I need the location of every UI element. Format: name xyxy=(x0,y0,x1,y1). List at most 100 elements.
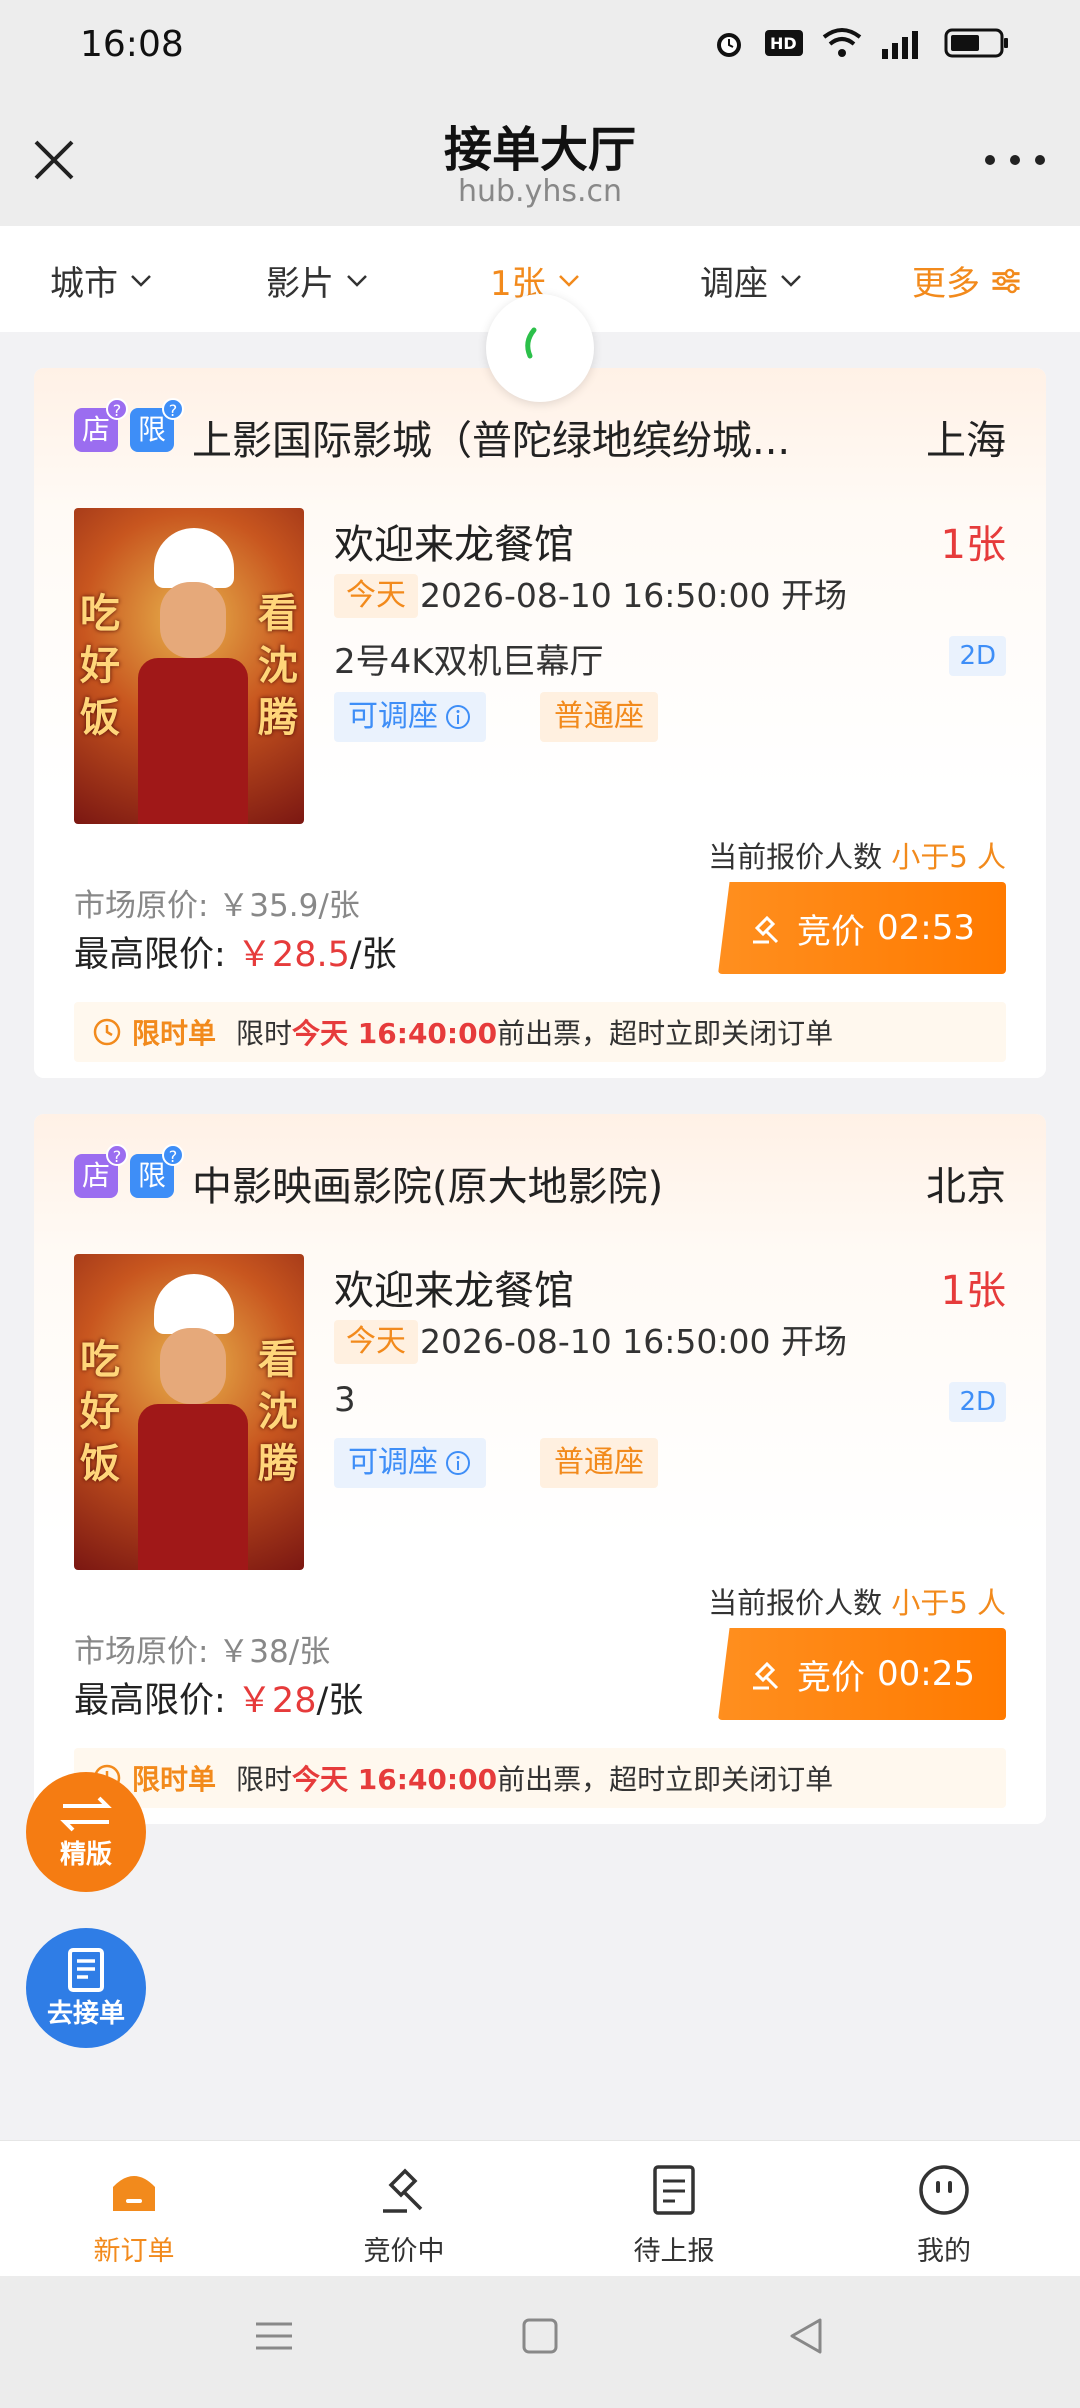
market-price: 市场原价: ￥35.9/张 xyxy=(74,888,360,924)
nav-bidding[interactable]: 竞价中 xyxy=(304,2161,504,2268)
poster-apron xyxy=(138,658,248,824)
filter-more-label: 更多 xyxy=(912,264,980,304)
cinema-name: 上影国际影城（普陀绿地缤纷城... xyxy=(192,418,791,464)
nav-new-orders[interactable]: 新订单 xyxy=(34,2161,234,2268)
loading-spinner xyxy=(486,294,594,402)
limit-badge-label: 限 xyxy=(137,413,166,446)
menu-icon[interactable] xyxy=(254,2316,294,2356)
document-icon xyxy=(68,1947,104,1992)
help-icon: ? xyxy=(162,398,184,420)
notice-time: 今天 16:40:00 xyxy=(292,1017,498,1050)
wifi-icon xyxy=(822,28,862,57)
status-time: 16:08 xyxy=(80,24,184,65)
today-tag: 今天 xyxy=(334,1320,418,1364)
filter-city-label: 城市 xyxy=(50,264,118,304)
hall-name: 3 xyxy=(334,1380,356,1420)
seat-adjust-label: 可调座 xyxy=(348,699,438,734)
signal-icon xyxy=(882,31,918,59)
seat-type-tag: 普通座 xyxy=(540,1438,658,1488)
max-price-label: 最高限价: xyxy=(74,935,237,975)
switch-version-button[interactable]: 精版 xyxy=(26,1772,146,1892)
ticket-count: 1张 xyxy=(940,1268,1006,1314)
store-badge[interactable]: 店? xyxy=(74,398,128,452)
seat-adjust-tag[interactable]: 可调座 xyxy=(334,1438,486,1488)
chevron-down-icon xyxy=(347,274,367,287)
filter-movie[interactable]: 影片 xyxy=(266,256,370,305)
showtime: 2026-08-10 16:50:00 开场 xyxy=(420,1322,847,1361)
seat-type-tag: 普通座 xyxy=(540,692,658,742)
bid-button[interactable]: 竞价 00:25 xyxy=(718,1628,1006,1720)
order-card[interactable]: 店? 限? 中影映画影院(原大地影院) 北京 吃好饭 看沈腾 欢迎来龙餐馆 1张… xyxy=(34,1114,1046,1824)
time-limit-notice: 限时单 限时 今天 16:40:00 前出票，超时立即关闭订单 xyxy=(74,1748,1006,1808)
showtime: 2026-08-10 16:50:00 开场 xyxy=(420,576,847,615)
back-icon[interactable] xyxy=(786,2316,826,2356)
spinner-icon xyxy=(525,327,537,359)
poster-apron xyxy=(138,1404,248,1570)
notice-suffix: 前出票，超时立即关闭订单 xyxy=(497,1763,834,1796)
poster-chef-hat xyxy=(154,1274,234,1334)
help-icon: ? xyxy=(106,1144,128,1166)
home-square-icon[interactable] xyxy=(520,2316,560,2356)
store-badge-label: 店 xyxy=(81,1159,110,1192)
bottom-nav: 新订单 竞价中 待上报 我的 xyxy=(0,2140,1080,2276)
card-body: 吃好饭 看沈腾 欢迎来龙餐馆 1张 今天 2026-08-10 16:50:00… xyxy=(34,1254,1046,1824)
clock-icon xyxy=(93,1018,121,1046)
format-tag: 2D xyxy=(949,636,1006,676)
go-orders-button[interactable]: 去接单 xyxy=(26,1928,146,2048)
notice-label: 限时单 xyxy=(132,1017,217,1050)
store-badge[interactable]: 店? xyxy=(74,1144,128,1198)
swap-icon xyxy=(60,1796,112,1831)
home-icon xyxy=(113,2176,155,2211)
filter-city[interactable]: 城市 xyxy=(50,256,154,305)
hall-name: 2号4K双机巨幕厅 xyxy=(334,642,604,682)
sliders-icon xyxy=(992,268,1020,293)
filter-seat-adjust-label: 调座 xyxy=(700,264,768,304)
poster-face xyxy=(160,582,226,658)
cinema-name: 中影映画影院(原大地影院) xyxy=(192,1164,664,1210)
chevron-down-icon xyxy=(781,274,801,287)
notice-suffix: 前出票，超时立即关闭订单 xyxy=(497,1017,834,1050)
page-url: hub.yhs.cn xyxy=(457,174,623,209)
filter-more[interactable]: 更多 xyxy=(912,256,1022,305)
filter-seat-adjust[interactable]: 调座 xyxy=(700,256,804,305)
nav-bidding-label: 竞价中 xyxy=(363,2236,445,2267)
help-icon: ? xyxy=(106,398,128,420)
go-orders-label: 去接单 xyxy=(46,1998,125,2029)
limit-badge[interactable]: 限? xyxy=(130,398,184,452)
max-price: 最高限价: ￥28.5/张 xyxy=(74,926,397,977)
notice-time: 今天 16:40:00 xyxy=(292,1763,498,1796)
help-icon: ? xyxy=(162,1144,184,1166)
bid-button[interactable]: 竞价 02:53 xyxy=(718,882,1006,974)
card-header: 店? 限? 中影映画影院(原大地影院) 北京 xyxy=(34,1114,1046,1254)
more-icon[interactable] xyxy=(980,148,1050,172)
poster-text-left: 吃好饭 xyxy=(80,1337,120,1487)
profile-icon xyxy=(919,2165,969,2215)
notice-prefix: 限时 xyxy=(236,1017,293,1050)
nav-pending-report[interactable]: 待上报 xyxy=(574,2161,774,2268)
chevron-down-icon xyxy=(131,274,151,287)
max-price-value: ￥28 xyxy=(236,1681,317,1721)
bid-count-value: 小于5 人 xyxy=(891,1586,1006,1620)
battery-icon xyxy=(944,28,1008,58)
bid-timer: 00:25 xyxy=(877,1654,975,1694)
movie-title: 欢迎来龙餐馆 xyxy=(334,522,574,568)
filter-movie-label: 影片 xyxy=(266,264,334,304)
order-card[interactable]: 店? 限? 上影国际影城（普陀绿地缤纷城... 上海 吃好饭 看沈腾 欢迎来龙餐… xyxy=(34,368,1046,1078)
nav-new-orders-label: 新订单 xyxy=(93,2236,175,2267)
poster-text-right: 看沈腾 xyxy=(258,1337,298,1487)
poster-text-right: 看沈腾 xyxy=(258,591,298,741)
alarm-icon xyxy=(717,33,741,57)
status-bar: 16:08 HD xyxy=(0,0,1080,96)
info-icon xyxy=(446,705,470,729)
limit-badge[interactable]: 限? xyxy=(130,1144,184,1198)
status-icons: HD xyxy=(712,26,1010,60)
city-name: 北京 xyxy=(926,1164,1006,1210)
system-nav-bar xyxy=(0,2276,1080,2408)
nav-profile[interactable]: 我的 xyxy=(844,2161,1044,2268)
city-name: 上海 xyxy=(926,418,1006,464)
seat-adjust-tag[interactable]: 可调座 xyxy=(334,692,486,742)
poster-face xyxy=(160,1328,226,1404)
document-icon xyxy=(653,2165,695,2215)
ticket-count: 1张 xyxy=(940,522,1006,568)
bid-count-prefix: 当前报价人数 xyxy=(708,840,883,874)
